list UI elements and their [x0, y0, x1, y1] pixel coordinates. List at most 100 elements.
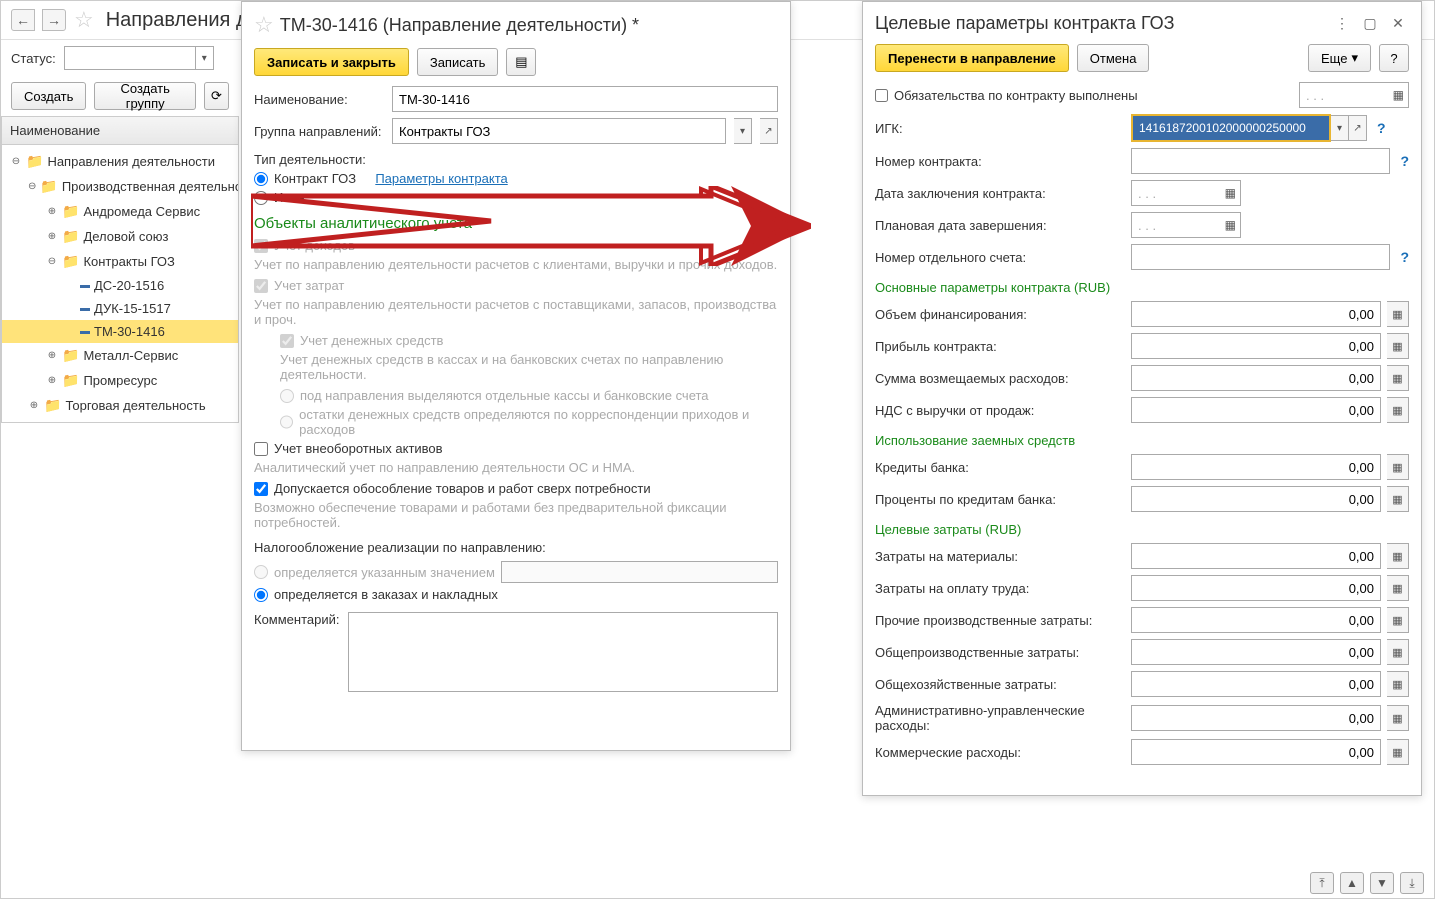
calc-icon[interactable]: ▦: [1387, 739, 1409, 765]
contract-num-input[interactable]: [1131, 148, 1390, 174]
cancel-button[interactable]: Отмена: [1077, 44, 1150, 72]
status-combo[interactable]: ▾: [64, 46, 214, 70]
interest-input[interactable]: [1131, 486, 1381, 512]
help-button[interactable]: ?: [1379, 44, 1409, 72]
contract-date[interactable]: . . .▦: [1131, 180, 1241, 206]
credits-input[interactable]: [1131, 454, 1381, 480]
tree-expand-icon[interactable]: ⊕: [28, 400, 40, 411]
help-icon[interactable]: ?: [1377, 120, 1386, 136]
materials-input[interactable]: [1131, 543, 1381, 569]
tree-expand-icon[interactable]: ⊕: [46, 231, 58, 242]
radio-other[interactable]: [254, 191, 268, 205]
account-input[interactable]: [1131, 244, 1390, 270]
obligations-date[interactable]: . . .▦: [1299, 82, 1409, 108]
list-icon-button[interactable]: ▤: [506, 48, 536, 76]
tree-item[interactable]: ▬ДС-20-1516: [2, 274, 238, 297]
calc-icon[interactable]: ▦: [1387, 543, 1409, 569]
calc-icon[interactable]: ▦: [1387, 607, 1409, 633]
save-close-button[interactable]: Записать и закрыть: [254, 48, 409, 76]
calc-icon[interactable]: ▦: [1387, 365, 1409, 391]
close-icon[interactable]: ✕: [1387, 12, 1409, 34]
calc-icon[interactable]: ▦: [1387, 639, 1409, 665]
open-ext-icon[interactable]: ↗: [1349, 115, 1367, 141]
plan-date[interactable]: . . .▦: [1131, 212, 1241, 238]
tree-item[interactable]: ⊕📁Торговая деятельность: [2, 393, 238, 418]
calc-icon[interactable]: ▦: [1387, 671, 1409, 697]
tree-expand-icon[interactable]: ⊖: [10, 156, 22, 167]
more-menu-icon[interactable]: ⋮: [1331, 12, 1353, 34]
name-input[interactable]: [392, 86, 778, 112]
tree-item[interactable]: ⊖📁Контракты ГОЗ: [2, 249, 238, 274]
tree-expand-icon[interactable]: ⊕: [46, 350, 58, 361]
form-star-icon[interactable]: ☆: [254, 12, 274, 38]
group-label: Группа направлений:: [254, 124, 384, 139]
section-analytics: Объекты аналитического учета: [254, 215, 778, 232]
refund-input[interactable]: [1131, 365, 1381, 391]
folder-icon: 📁: [44, 397, 61, 414]
favorite-star-icon[interactable]: ☆: [74, 7, 94, 33]
transfer-button[interactable]: Перенести в направление: [875, 44, 1069, 72]
help-icon[interactable]: ?: [1400, 153, 1409, 169]
open-ext-icon[interactable]: ↗: [760, 118, 778, 144]
create-button[interactable]: Создать: [11, 82, 86, 110]
calc-icon[interactable]: ▦: [1387, 705, 1409, 731]
folder-icon: 📁: [62, 203, 79, 220]
refresh-button[interactable]: ⟳: [204, 82, 229, 110]
scroll-up-icon[interactable]: ▲: [1340, 872, 1364, 894]
tree-item[interactable]: ⊕📁Андромеда Сервис: [2, 199, 238, 224]
costs-desc: Учет по направлению деятельности расчето…: [254, 297, 778, 327]
tree-item[interactable]: ⊕📁Металл-Сервис: [2, 343, 238, 368]
more-button[interactable]: Еще ▾: [1308, 44, 1371, 72]
chk-separation[interactable]: [254, 482, 268, 496]
tree-item[interactable]: ⊕📁Промресурс: [2, 368, 238, 393]
general-input[interactable]: [1131, 671, 1381, 697]
chevron-down-icon[interactable]: ▾: [195, 47, 213, 69]
tree-expand-icon[interactable]: ⊕: [46, 206, 58, 217]
calc-icon[interactable]: ▦: [1387, 397, 1409, 423]
scroll-down-icon[interactable]: ▼: [1370, 872, 1394, 894]
tree-item-label: Промресурс: [83, 373, 157, 388]
radio-tax2[interactable]: [254, 588, 268, 602]
igk-input[interactable]: [1131, 114, 1331, 142]
nav-forward-button[interactable]: →: [42, 9, 66, 31]
overhead-input[interactable]: [1131, 639, 1381, 665]
profit-input[interactable]: [1131, 333, 1381, 359]
chk-obligations[interactable]: [875, 89, 888, 102]
tree-item[interactable]: ▬ТМ-30-1416: [2, 320, 238, 343]
save-button[interactable]: Записать: [417, 48, 499, 76]
tree-expand-icon[interactable]: ⊖: [46, 256, 58, 267]
scroll-top-icon[interactable]: ⤒: [1310, 872, 1334, 894]
finance-input[interactable]: [1131, 301, 1381, 327]
calc-icon[interactable]: ▦: [1387, 486, 1409, 512]
tree-expand-icon[interactable]: ⊖: [28, 181, 36, 192]
chk-fixed[interactable]: [254, 442, 268, 456]
calc-icon[interactable]: ▦: [1387, 454, 1409, 480]
admin-input[interactable]: [1131, 705, 1381, 731]
labor-input[interactable]: [1131, 575, 1381, 601]
calc-icon[interactable]: ▦: [1387, 333, 1409, 359]
params-link[interactable]: Параметры контракта: [375, 171, 507, 186]
tree-item[interactable]: ⊕📁Деловой союз: [2, 224, 238, 249]
help-icon[interactable]: ?: [1400, 249, 1409, 265]
nav-back-button[interactable]: ←: [11, 9, 35, 31]
maximize-icon[interactable]: ▢: [1359, 12, 1381, 34]
scroll-bottom-icon[interactable]: ⤓: [1400, 872, 1424, 894]
group-input[interactable]: [392, 118, 726, 144]
tree-item[interactable]: ⊖📁Направления деятельности: [2, 149, 238, 174]
commercial-input[interactable]: [1131, 739, 1381, 765]
calendar-icon: ▦: [1393, 88, 1404, 102]
comment-textarea[interactable]: [348, 612, 779, 692]
vat-input[interactable]: [1131, 397, 1381, 423]
tree-expand-icon[interactable]: ⊕: [46, 375, 58, 386]
create-group-button[interactable]: Создать группу: [94, 82, 196, 110]
calc-icon[interactable]: ▦: [1387, 301, 1409, 327]
calc-icon[interactable]: ▦: [1387, 575, 1409, 601]
tree-item[interactable]: ⊖📁Производственная деятельность: [2, 174, 238, 199]
other-prod-input[interactable]: [1131, 607, 1381, 633]
tree-item[interactable]: ▬ДУК-15-1517: [2, 297, 238, 320]
chevron-down-icon[interactable]: ▾: [734, 118, 752, 144]
num-label: Номер контракта:: [875, 154, 1125, 169]
contract-params-form: Целевые параметры контракта ГОЗ ⋮ ▢ ✕ Пе…: [862, 1, 1422, 796]
chevron-down-icon[interactable]: ▾: [1331, 115, 1349, 141]
radio-goz[interactable]: [254, 172, 268, 186]
